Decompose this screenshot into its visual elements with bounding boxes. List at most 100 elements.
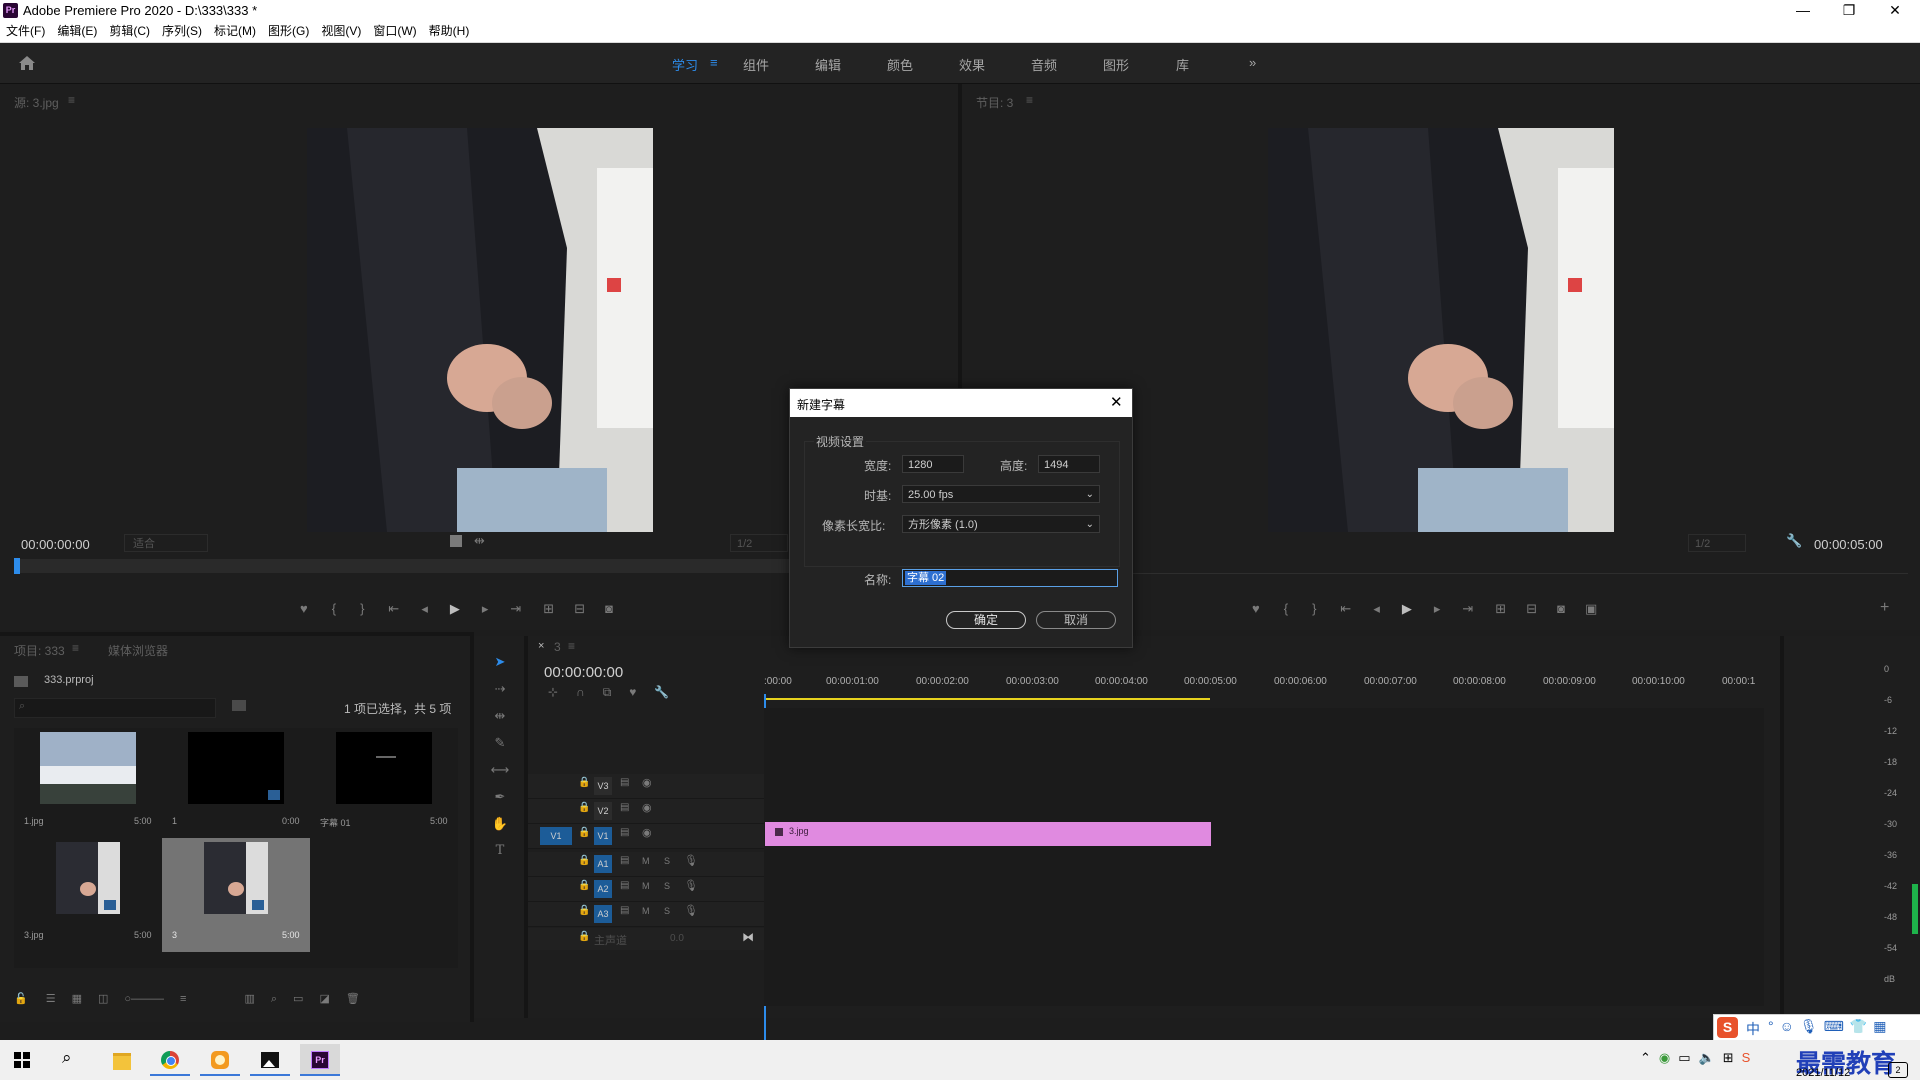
ime-tray-icon[interactable]: ⊞	[1723, 1050, 1742, 1065]
program-go-to-out-icon[interactable]: ⇥	[1462, 601, 1473, 616]
program-panel-menu-icon[interactable]: ≡	[1026, 93, 1033, 107]
search-icon[interactable]: ⌕	[62, 1048, 72, 1068]
program-settings-icon[interactable]: 🔧	[1786, 533, 1802, 549]
media-browser-tab[interactable]: 媒体浏览器	[108, 642, 168, 659]
program-step-forward-icon[interactable]: ▸	[1434, 601, 1441, 616]
project-tab[interactable]: 项目: 333	[14, 642, 65, 659]
menu-window[interactable]: 窗口(W)	[373, 21, 416, 42]
step-forward-icon[interactable]: ▸	[482, 601, 489, 616]
windows-start-icon[interactable]	[14, 1052, 30, 1068]
mute-button[interactable]: M	[642, 856, 650, 866]
go-to-out-icon[interactable]: ⇥	[510, 601, 521, 616]
list-view-icon[interactable]: ☰	[46, 993, 56, 1005]
track-target-a3[interactable]: A3	[594, 905, 612, 923]
program-step-back-icon[interactable]: ◂	[1373, 601, 1380, 616]
source-panel-menu-icon[interactable]: ≡	[68, 93, 75, 107]
master-volume[interactable]: 0.0	[670, 933, 684, 944]
tab-editing[interactable]: 编辑	[815, 55, 841, 74]
track-target-a1[interactable]: A1	[594, 855, 612, 873]
icon-view-icon[interactable]: ▦	[72, 993, 82, 1005]
extract-icon[interactable]: ⊟	[1526, 601, 1537, 616]
program-scale-dropdown[interactable]: 1/2	[1688, 534, 1746, 552]
find-icon[interactable]: ⌕	[271, 993, 277, 1005]
cancel-button[interactable]: 取消	[1036, 611, 1116, 629]
source-scale-dropdown[interactable]: 1/2	[730, 534, 788, 552]
program-export-frame-icon[interactable]: ◙	[1557, 601, 1565, 616]
program-timecode[interactable]: 00:00:05:00	[1814, 537, 1883, 552]
go-to-end-icon[interactable]: ⧓	[742, 930, 754, 944]
taskbar-date[interactable]: 2021/11/12	[1796, 1067, 1850, 1079]
sogou-tray-icon[interactable]: S	[1742, 1050, 1759, 1065]
new-bin-from-search-icon[interactable]	[232, 700, 246, 711]
dialog-close-icon[interactable]: ✕	[1110, 393, 1123, 411]
track-lock-icon[interactable]: 🔒	[578, 855, 590, 866]
name-input[interactable]: 字幕 02	[902, 569, 1118, 587]
project-item[interactable]: 字幕 01 5:00	[310, 728, 458, 838]
insert-icon[interactable]: ⊞	[543, 601, 554, 616]
source-timecode[interactable]: 00:00:00:00	[21, 537, 90, 552]
pixel-aspect-select[interactable]: 方形像素 (1.0) ⌄	[902, 515, 1100, 533]
menu-sequence[interactable]: 序列(S)	[162, 21, 202, 42]
tab-assembly[interactable]: 组件	[743, 55, 769, 74]
menu-graphics[interactable]: 图形(G)	[268, 21, 309, 42]
timeline-clip[interactable]: 3.jpg	[765, 822, 1211, 846]
sync-lock-icon[interactable]: ▤	[620, 905, 629, 916]
track-lock-icon[interactable]: 🔒	[578, 827, 590, 838]
premiere-taskbar-icon[interactable]: Pr	[300, 1044, 340, 1076]
work-area-bar[interactable]	[764, 698, 1210, 700]
add-marker-timeline-icon[interactable]: ♥	[629, 685, 636, 699]
project-search-input[interactable]: ⌕	[14, 698, 216, 718]
ime-tools-icon[interactable]: °☺🎙⌨👕▦	[1768, 1018, 1893, 1035]
toggle-output-eye-icon[interactable]: ◉	[642, 801, 652, 814]
program-time-ruler[interactable]	[1128, 559, 1908, 574]
track-lock-icon[interactable]: 🔒	[578, 905, 590, 916]
track-target-v1[interactable]: V1	[594, 827, 612, 845]
toggle-output-eye-icon[interactable]: ◉	[642, 776, 652, 789]
track-select-tool-icon[interactable]: ⇢	[490, 675, 510, 702]
tab-learning[interactable]: 学习	[672, 55, 698, 74]
new-item-icon[interactable]: ◪	[319, 993, 329, 1005]
project-item-selected[interactable]: 3 5:00	[162, 838, 310, 952]
close-window-button[interactable]: ✕	[1872, 0, 1918, 21]
menu-edit[interactable]: 编辑(E)	[57, 21, 97, 42]
voice-over-mic-icon[interactable]: 🎙	[684, 854, 698, 867]
source-playhead[interactable]	[14, 558, 20, 574]
selection-tool-icon[interactable]: ➤	[490, 648, 510, 675]
minimize-button[interactable]: —	[1780, 0, 1826, 21]
timeline-settings-icon[interactable]: 🔧	[654, 685, 669, 699]
program-add-marker-icon[interactable]: ♥	[1252, 601, 1260, 616]
file-explorer-icon[interactable]	[102, 1044, 142, 1076]
pen-tool-icon[interactable]: ✒	[490, 783, 510, 810]
tab-effects[interactable]: 效果	[959, 55, 985, 74]
add-marker-icon[interactable]: ♥	[300, 601, 308, 616]
home-icon[interactable]	[18, 55, 36, 71]
tray-app-icon[interactable]: ◉	[1659, 1050, 1678, 1065]
program-mark-in-icon[interactable]: {	[1284, 601, 1288, 616]
workspace-overflow-icon[interactable]: »	[1249, 55, 1256, 70]
menu-markers[interactable]: 标记(M)	[214, 21, 256, 42]
sync-lock-icon[interactable]: ▤	[620, 855, 629, 866]
track-target-v2[interactable]: V2	[594, 802, 612, 820]
project-item[interactable]: 1.jpg 5:00	[14, 728, 162, 838]
ime-mode[interactable]: 中	[1746, 1019, 1760, 1039]
sort-icons-icon[interactable]: ≡	[180, 993, 186, 1005]
linked-selection-icon[interactable]: ⧉	[603, 685, 612, 699]
notification-icon[interactable]: 2	[1888, 1062, 1908, 1078]
nest-icon[interactable]: ⊹	[548, 685, 558, 699]
sync-lock-icon[interactable]: ▤	[620, 880, 629, 891]
timeline-ruler[interactable]: :00:00 00:00:01:00 00:00:02:00 00:00:03:…	[764, 674, 1774, 704]
timebase-select[interactable]: 25.00 fps ⌄	[902, 485, 1100, 503]
width-input[interactable]: 1280	[902, 455, 964, 473]
tab-color[interactable]: 颜色	[887, 55, 913, 74]
lock-icon[interactable]: 🔓	[14, 993, 28, 1005]
toggle-output-eye-icon[interactable]: ◉	[642, 826, 652, 839]
sync-lock-icon[interactable]: ▤	[620, 777, 629, 788]
solo-button[interactable]: S	[664, 881, 670, 891]
program-mark-out-icon[interactable]: }	[1312, 601, 1316, 616]
go-to-in-icon[interactable]: ⇤	[388, 601, 399, 616]
ripple-edit-tool-icon[interactable]: ⇹	[490, 702, 510, 729]
button-editor-plus-icon[interactable]: +	[1880, 599, 1889, 617]
tab-graphics[interactable]: 图形	[1103, 55, 1129, 74]
voice-over-mic-icon[interactable]: 🎙	[684, 879, 698, 892]
ok-button[interactable]: 确定	[946, 611, 1026, 629]
